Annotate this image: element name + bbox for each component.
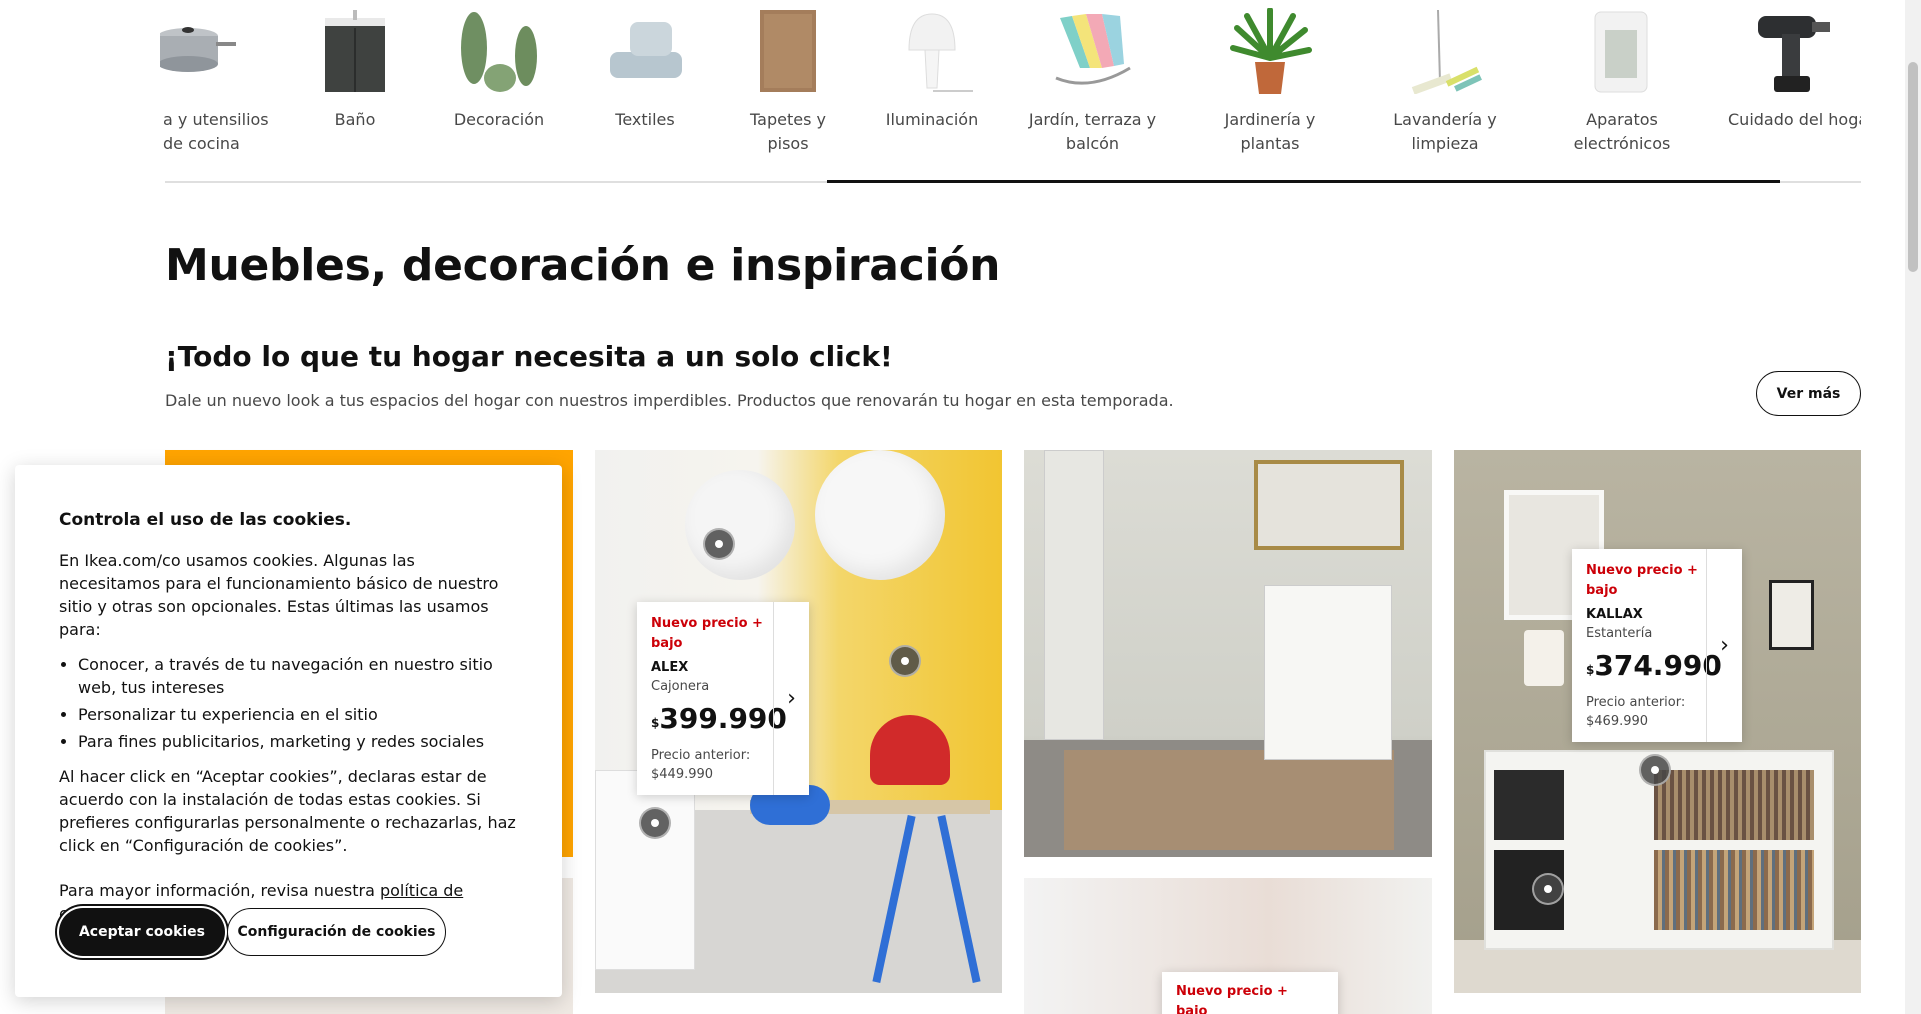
cookie-purpose-list: Conocer, a través de tu navegación en nu…: [78, 653, 518, 753]
pot-icon: [160, 27, 236, 72]
price-badge-line2: bajo: [1176, 1004, 1208, 1014]
currency-symbol: $: [1586, 663, 1595, 677]
potted-plant-icon: [1230, 8, 1312, 94]
price-value: 399.990: [659, 702, 787, 735]
category-label-line2: balcón: [1065, 134, 1120, 153]
price-badge: Nuevo precio +: [1176, 984, 1288, 999]
category-label: Decoración: [453, 110, 545, 129]
beach-chair-icon: [1054, 14, 1131, 85]
cookie-purpose-item: Para fines publicitarios, marketing y re…: [78, 730, 518, 753]
cookie-purpose-item: Personalizar tu experiencia en el sitio: [78, 703, 518, 726]
hotspot-dot[interactable]: [1639, 754, 1671, 786]
carousel-scrollbar-thumb[interactable]: [827, 180, 1780, 183]
product-card-kallax[interactable]: Nuevo precio + bajo KALLAX Estantería $3…: [1572, 549, 1742, 742]
section-title: ¡Todo lo que tu hogar necesita a un solo…: [165, 340, 893, 373]
chevron-right-icon[interactable]: ›: [1706, 549, 1742, 742]
category-label: Iluminación: [885, 110, 979, 129]
page-scrollbar-thumb[interactable]: [1908, 62, 1918, 272]
product-photo-hallway[interactable]: [1024, 450, 1432, 857]
cookie-settings-button[interactable]: Configuración de cookies: [227, 908, 446, 956]
cookie-more-info: Para mayor información, revisa nuestra: [59, 881, 380, 900]
rug-icon: [760, 10, 816, 92]
mop-icon: [1411, 9, 1482, 94]
cookie-consent-text: Al hacer click en “Aceptar cookies”, dec…: [59, 767, 516, 855]
chevron-right-icon[interactable]: ›: [773, 602, 809, 795]
category-label-line1: Aparatos: [1586, 110, 1658, 129]
category-plants[interactable]: Jardinería y plantas: [1195, 0, 1345, 160]
section-subtitle: Dale un nuevo look a tus espacios del ho…: [165, 391, 1174, 410]
hotspot-dot[interactable]: [639, 807, 671, 839]
cactus-decor-icon: [461, 12, 537, 92]
page-title: Muebles, decoración e inspiración: [165, 240, 1001, 291]
hotspot-dot[interactable]: [703, 528, 735, 560]
category-garden[interactable]: Jardín, terraza y balcón: [1025, 0, 1160, 160]
cookie-purpose-item: Conocer, a través de tu navegación en nu…: [78, 653, 518, 699]
price-value: 374.990: [1594, 649, 1722, 682]
category-electronics[interactable]: Aparatos electrónicos: [1555, 0, 1689, 160]
category-textiles[interactable]: Textiles: [590, 0, 700, 160]
category-label: Tapetes y pisos: [750, 110, 826, 153]
category-bathroom[interactable]: Baño: [300, 0, 410, 160]
category-rugs[interactable]: Tapetes y pisos: [728, 0, 848, 160]
category-label-line2: limpieza: [1411, 134, 1479, 153]
category-label-line2: de cocina: [163, 134, 240, 153]
category-cookware[interactable]: a y utensilios de cocina: [160, 0, 280, 160]
see-more-button[interactable]: Ver más: [1756, 371, 1861, 416]
category-home-care[interactable]: Cuidado del hogar: [1725, 0, 1861, 160]
category-label: Jardinería y plantas: [1224, 110, 1316, 153]
category-laundry[interactable]: Lavandería y limpieza: [1380, 0, 1510, 160]
cookie-title: Controla el uso de las cookies.: [59, 510, 352, 530]
category-label-line1: Lavandería y: [1393, 110, 1497, 129]
drill-icon: [1758, 16, 1830, 92]
page-scrollbar[interactable]: [1905, 0, 1921, 1014]
category-label-line1: a y utensilios: [163, 110, 269, 129]
category-label-line2: electrónicos: [1573, 134, 1671, 153]
cookie-intro: En Ikea.com/co usamos cookies. Algunas l…: [59, 551, 499, 639]
bedding-icon: [610, 22, 682, 78]
product-card-alex[interactable]: Nuevo precio + bajo ALEX Cajonera $399.9…: [637, 602, 809, 795]
category-decoration[interactable]: Decoración: [444, 0, 554, 160]
category-lighting[interactable]: Iluminación: [877, 0, 987, 160]
cookie-consent-dialog: Controla el uso de las cookies. En Ikea.…: [15, 465, 562, 997]
hotspot-dot[interactable]: [889, 645, 921, 677]
smart-device-icon: [1594, 11, 1648, 93]
currency-symbol: $: [651, 716, 660, 730]
product-card-curtain[interactable]: Nuevo precio + bajo: [1162, 972, 1338, 1014]
category-label: Textiles: [615, 110, 675, 129]
bathroom-cabinet-icon: [325, 10, 385, 92]
hotspot-dot[interactable]: [1532, 873, 1564, 905]
accept-cookies-button[interactable]: Aceptar cookies: [59, 908, 225, 956]
category-label-line1: Jardín, terraza y: [1028, 110, 1157, 129]
category-label: Baño: [334, 110, 376, 129]
lamp-icon: [908, 13, 973, 92]
category-label: Cuidado del hogar: [1728, 110, 1861, 129]
